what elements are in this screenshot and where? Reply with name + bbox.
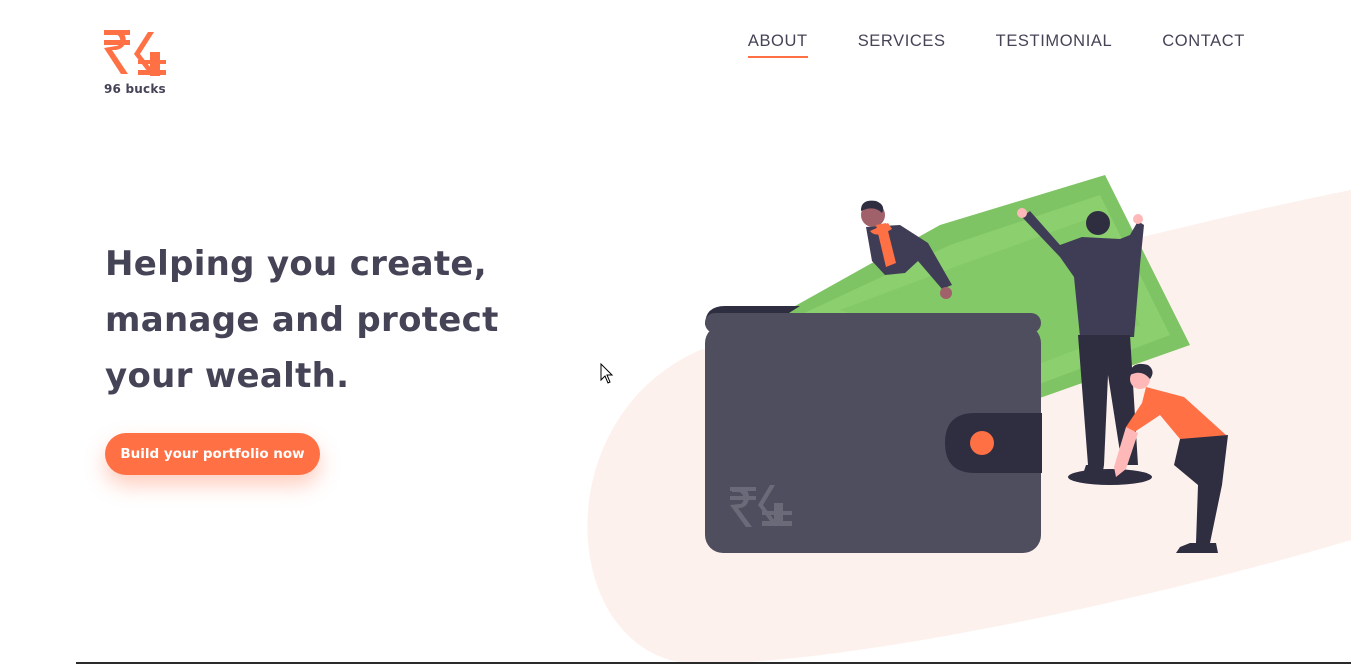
- hero-title-line: Helping you create,: [105, 244, 487, 284]
- rupee-dollar-logo-icon: [104, 30, 166, 76]
- nav-item-testimonial[interactable]: TESTIMONIAL: [996, 32, 1113, 58]
- nav-item-contact[interactable]: CONTACT: [1162, 32, 1245, 58]
- nav-item-about[interactable]: ABOUT: [747, 32, 808, 58]
- landing-page: 96 bucks ABOUT SERVICES TESTIMONIAL CONT…: [0, 0, 1351, 664]
- hero-title-line: manage and protect: [105, 300, 499, 340]
- main-nav: ABOUT SERVICES TESTIMONIAL CONTACT: [747, 32, 1245, 58]
- build-portfolio-button[interactable]: Build your portfolio now: [105, 433, 320, 475]
- wallet-button-icon: [970, 431, 994, 455]
- mouse-cursor-icon: [600, 363, 614, 384]
- wallet-with-money-and-people-illustration: [705, 175, 1228, 553]
- hero-title-line: your wealth.: [105, 356, 350, 396]
- nav-item-services[interactable]: SERVICES: [858, 32, 946, 58]
- wallet-top: [705, 313, 1041, 333]
- brand-logo[interactable]: 96 bucks: [104, 28, 174, 96]
- hero-title: Helping you create, manage and protect y…: [105, 236, 565, 404]
- brand-name: 96 bucks: [104, 82, 166, 96]
